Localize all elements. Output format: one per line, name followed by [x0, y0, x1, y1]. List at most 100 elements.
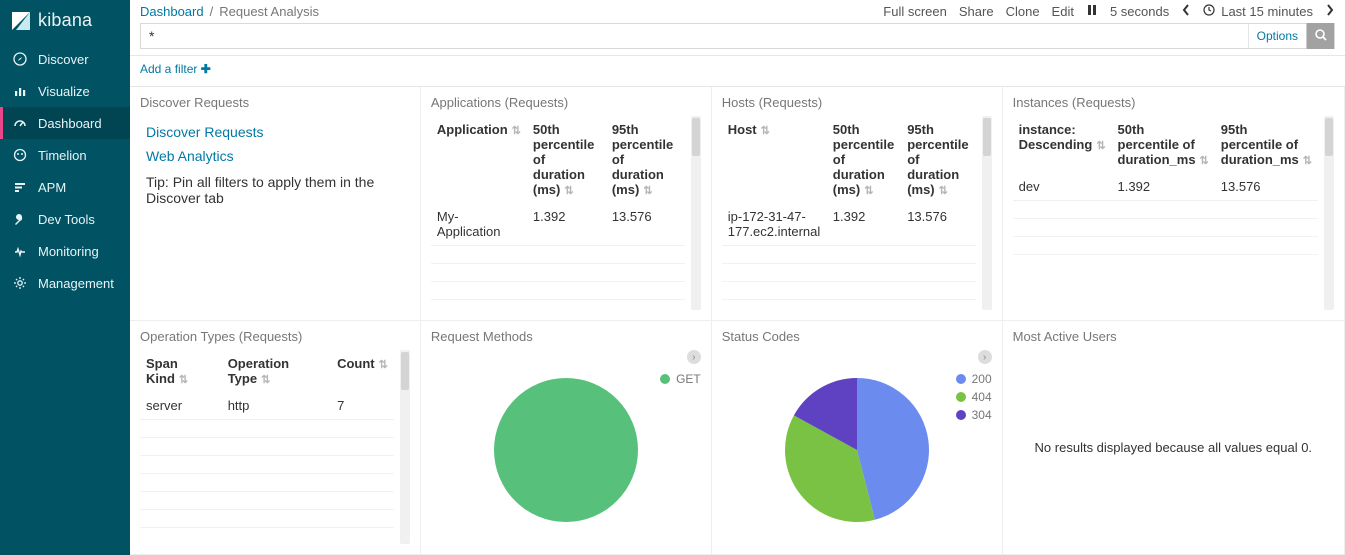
- table-row[interactable]: server http 7: [140, 392, 394, 420]
- sidebar-item-dashboard[interactable]: Dashboard: [0, 107, 130, 139]
- legend-toggle-button[interactable]: ›: [978, 350, 992, 364]
- query-options-button[interactable]: Options: [1248, 24, 1306, 48]
- cell-app: My-Application: [431, 203, 527, 246]
- th-p95[interactable]: 95th percentile of duration (ms)⇅: [901, 116, 975, 203]
- th-application[interactable]: Application⇅: [431, 116, 527, 203]
- search-button[interactable]: [1306, 23, 1334, 49]
- sidebar-item-apm[interactable]: APM: [0, 171, 130, 203]
- clock-icon: [1203, 4, 1215, 19]
- gear-icon: [12, 275, 28, 291]
- th-p50[interactable]: 50th percentile of duration (ms)⇅: [527, 116, 606, 203]
- pause-button[interactable]: [1086, 4, 1098, 19]
- th-p95[interactable]: 95th percentile of duration (ms)⇅: [606, 116, 685, 203]
- discover-tip: Tip: Pin all filters to apply them in th…: [146, 174, 404, 206]
- time-range-button[interactable]: Last 15 minutes: [1203, 4, 1313, 19]
- th-count[interactable]: Count⇅: [331, 350, 394, 392]
- th-p50[interactable]: 50th percentile of duration_ms⇅: [1112, 116, 1215, 173]
- panel-discover-requests: Discover Requests Discover Requests Web …: [130, 87, 421, 321]
- sidebar-item-label: Dashboard: [38, 116, 102, 131]
- sort-icon: ⇅: [761, 125, 770, 137]
- table-row[interactable]: My-Application 1.392 13.576: [431, 203, 685, 246]
- apm-icon: [12, 179, 28, 195]
- kibana-logo-icon: [12, 12, 30, 30]
- th-instance[interactable]: instance: Descending⇅: [1013, 116, 1112, 173]
- filter-bar: Add a filter ✚: [130, 56, 1345, 87]
- legend-toggle-button[interactable]: ›: [687, 350, 701, 364]
- th-p95[interactable]: 95th percentile of duration_ms⇅: [1215, 116, 1318, 173]
- legend-label: 404: [972, 390, 992, 404]
- cell-p50: 1.392: [527, 203, 606, 246]
- scrollbar[interactable]: [982, 116, 992, 310]
- scrollbar[interactable]: [400, 350, 410, 544]
- sidebar-item-management[interactable]: Management: [0, 267, 130, 299]
- cell-instance: dev: [1013, 173, 1112, 201]
- sidebar-item-devtools[interactable]: Dev Tools: [0, 203, 130, 235]
- add-filter-label: Add a filter: [140, 62, 197, 76]
- brand: kibana: [0, 0, 130, 43]
- breadcrumb-root[interactable]: Dashboard: [140, 4, 204, 19]
- panel-applications: Applications (Requests) Application⇅ 50t…: [421, 87, 712, 321]
- panel-title: Status Codes: [722, 329, 992, 344]
- cell-p50: 1.392: [1112, 173, 1215, 201]
- th-host[interactable]: Host⇅: [722, 116, 827, 203]
- clone-button[interactable]: Clone: [1006, 4, 1040, 19]
- sort-icon: ⇅: [1096, 140, 1105, 152]
- scrollbar[interactable]: [691, 116, 701, 310]
- sort-icon: ⇅: [864, 185, 873, 197]
- sidebar-item-label: Management: [38, 276, 114, 291]
- sort-icon: ⇅: [512, 125, 521, 137]
- panel-title: Hosts (Requests): [722, 95, 992, 110]
- link-discover-requests[interactable]: Discover Requests: [146, 124, 410, 140]
- search-input[interactable]: [162, 24, 1247, 48]
- table-row[interactable]: ip-172-31-47-177.ec2.internal 1.392 13.5…: [722, 203, 976, 246]
- sort-icon: ⇅: [261, 374, 270, 386]
- panel-title: Operation Types (Requests): [140, 329, 410, 344]
- legend-item[interactable]: 304: [956, 408, 992, 422]
- sidebar-item-timelion[interactable]: Timelion: [0, 139, 130, 171]
- query-bar: * Options: [140, 23, 1335, 49]
- th-op-type[interactable]: Operation Type⇅: [222, 350, 331, 392]
- legend-item[interactable]: 200: [956, 372, 992, 386]
- legend-item[interactable]: GET: [660, 372, 701, 386]
- query-text: *: [141, 28, 162, 44]
- legend-swatch: [956, 374, 966, 384]
- full-screen-button[interactable]: Full screen: [883, 4, 947, 19]
- panel-instances: Instances (Requests) instance: Descendin…: [1003, 87, 1345, 321]
- panel-status-codes: Status Codes › 200 404 304: [712, 321, 1003, 555]
- legend: › GET: [660, 350, 701, 386]
- th-span-kind[interactable]: Span Kind⇅: [140, 350, 222, 392]
- legend-swatch: [660, 374, 670, 384]
- panel-title: Request Methods: [431, 329, 701, 344]
- sidebar-item-label: Timelion: [38, 148, 87, 163]
- pause-icon: [1086, 4, 1098, 19]
- scrollbar[interactable]: [1324, 116, 1334, 310]
- optypes-table: Span Kind⇅ Operation Type⇅ Count⇅ server…: [140, 350, 394, 528]
- share-button[interactable]: Share: [959, 4, 994, 19]
- cell-p95: 13.576: [901, 203, 975, 246]
- table-row[interactable]: dev 1.392 13.576: [1013, 173, 1318, 201]
- edit-button[interactable]: Edit: [1052, 4, 1074, 19]
- gauge-icon: [12, 115, 28, 131]
- panel-request-methods: Request Methods › GET: [421, 321, 712, 555]
- panel-hosts: Hosts (Requests) Host⇅ 50th percentile o…: [712, 87, 1003, 321]
- refresh-interval[interactable]: 5 seconds: [1110, 4, 1169, 19]
- heartbeat-icon: [12, 243, 28, 259]
- time-next-button[interactable]: [1325, 4, 1335, 19]
- time-prev-button[interactable]: [1181, 4, 1191, 19]
- plus-icon: ✚: [201, 62, 211, 76]
- sidebar-item-discover[interactable]: Discover: [0, 43, 130, 75]
- sidebar-item-label: Visualize: [38, 84, 90, 99]
- sidebar-item-monitoring[interactable]: Monitoring: [0, 235, 130, 267]
- th-p50[interactable]: 50th percentile of duration (ms)⇅: [827, 116, 901, 203]
- panel-title: Instances (Requests): [1013, 95, 1334, 110]
- sidebar-item-label: Monitoring: [38, 244, 99, 259]
- link-web-analytics[interactable]: Web Analytics: [146, 148, 410, 164]
- cell-p50: 1.392: [827, 203, 901, 246]
- sidebar-item-visualize[interactable]: Visualize: [0, 75, 130, 107]
- cell-host: ip-172-31-47-177.ec2.internal: [722, 203, 827, 246]
- compass-icon: [12, 51, 28, 67]
- cell-count: 7: [331, 392, 394, 420]
- add-filter-button[interactable]: Add a filter ✚: [140, 62, 211, 76]
- no-results-message: No results displayed because all values …: [1013, 350, 1334, 544]
- legend-item[interactable]: 404: [956, 390, 992, 404]
